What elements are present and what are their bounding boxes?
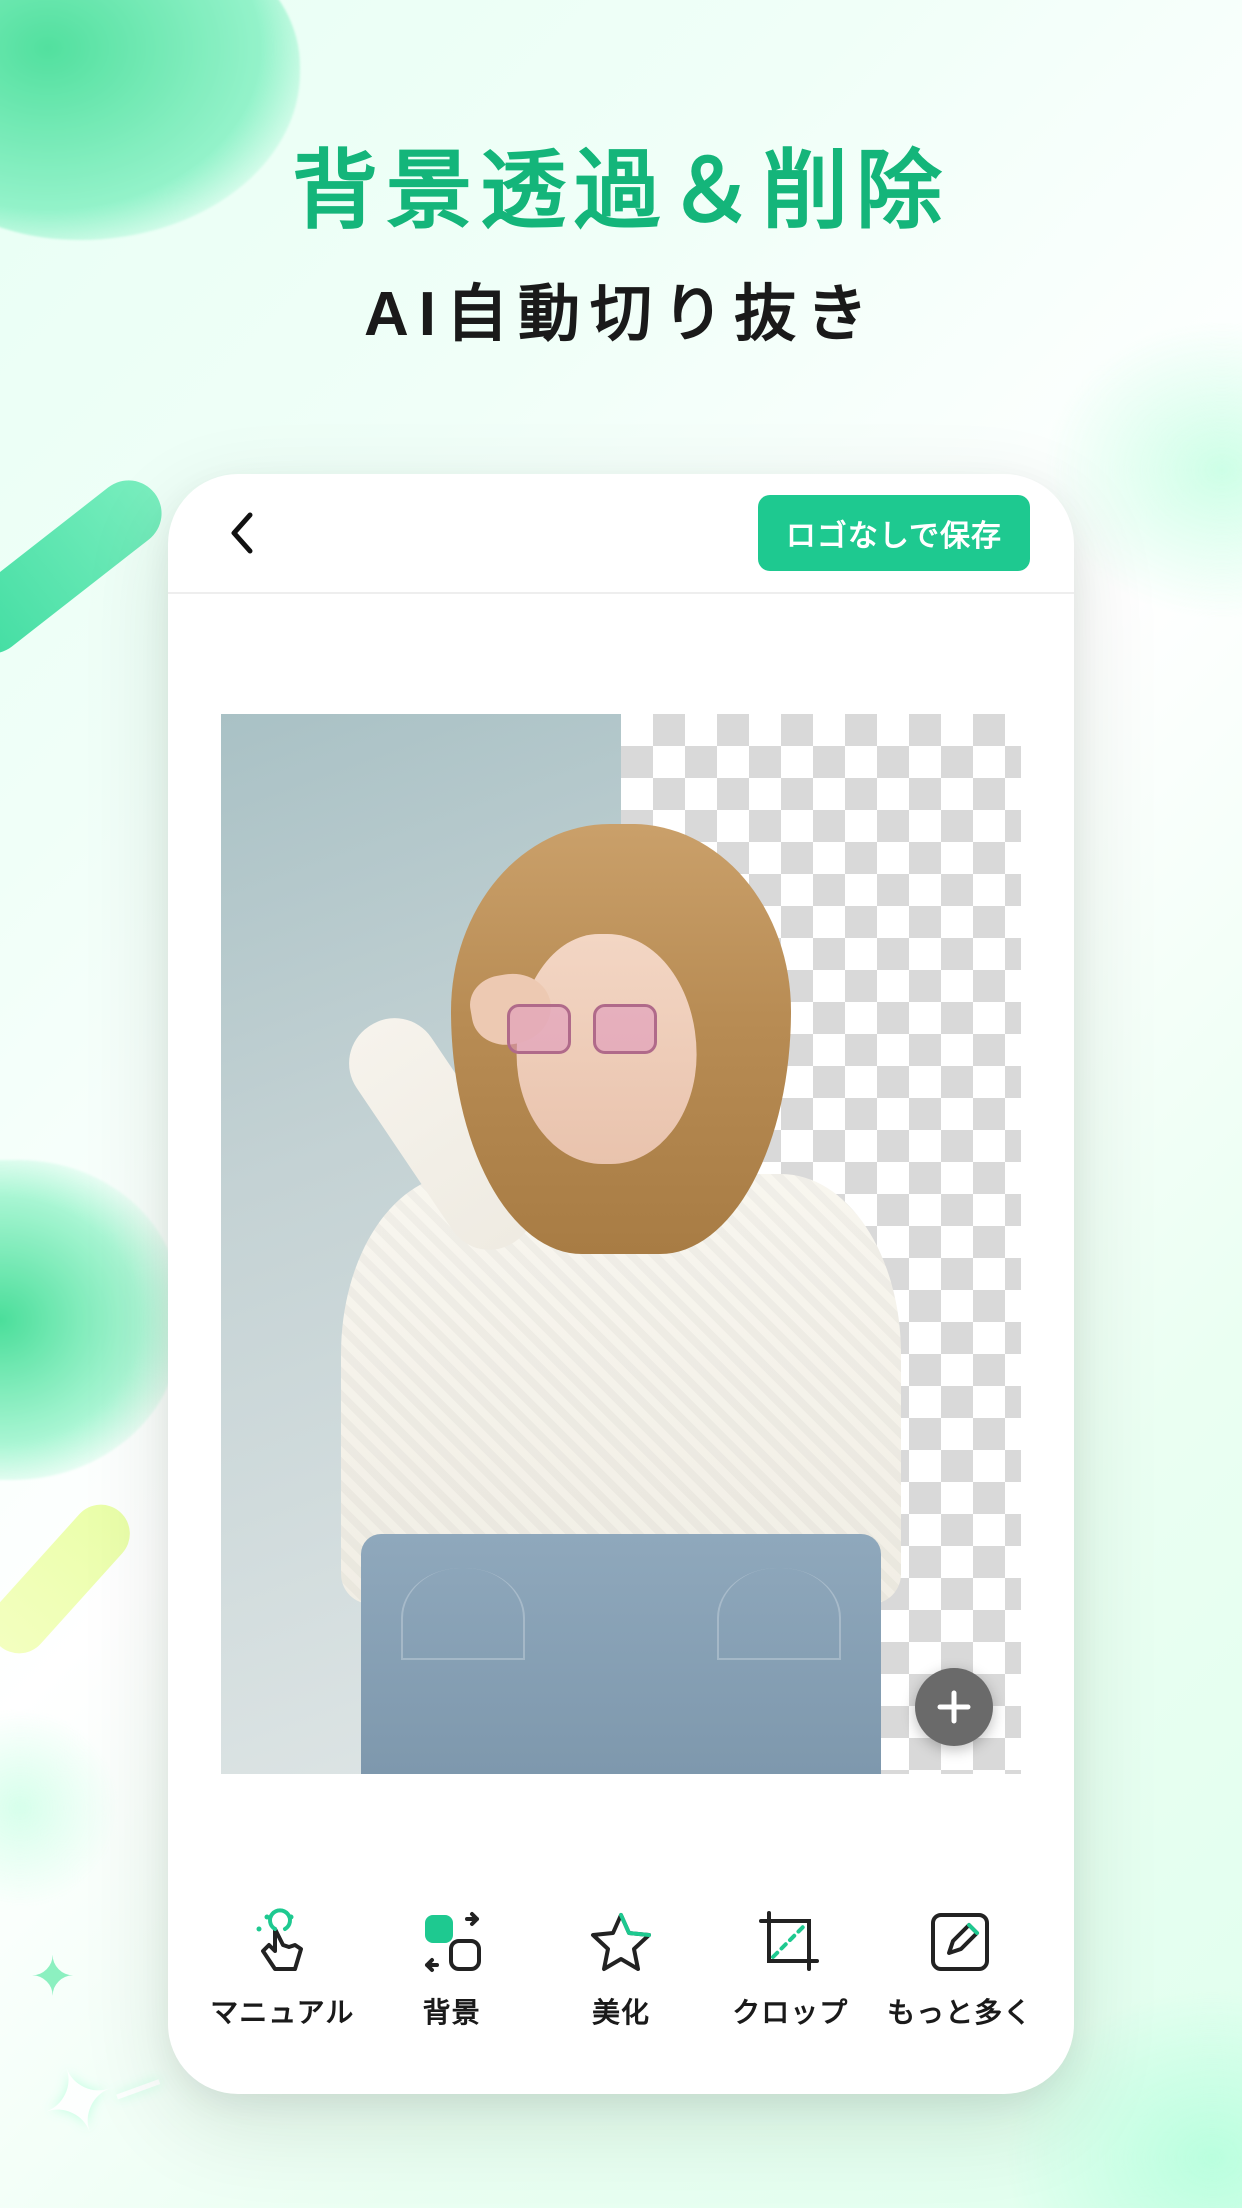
tool-label: もっと多く [887, 1991, 1032, 2031]
sparkle-icon: ✦ [30, 1945, 75, 2008]
back-button[interactable] [212, 503, 272, 563]
editor-toolbar: マニュアル 背景 [168, 1874, 1074, 2094]
edit-icon [925, 1907, 995, 1977]
decorative-bar [0, 1493, 142, 1666]
subject-jeans [361, 1534, 881, 1774]
tool-label: マニュアル [210, 1991, 354, 2031]
tool-background[interactable]: 背景 [377, 1907, 527, 2031]
tap-icon [247, 1907, 317, 1977]
subject-glasses [507, 1004, 657, 1060]
decorative-blob [0, 1160, 180, 1480]
plus-icon [935, 1688, 973, 1726]
tool-label: クロップ [732, 1991, 848, 2031]
crop-icon [755, 1907, 825, 1977]
save-button-label: ロゴなしで保存 [786, 520, 1002, 553]
magic-wand-icon: ✦⎯ [26, 2025, 175, 2166]
promo-background: ✦ ✦⎯ 背景透過＆削除 AI自動切り抜き ロゴなしで保存 [0, 0, 1242, 2208]
headline-line-2: AI自動切り抜き [0, 263, 1242, 353]
decorative-bar [0, 467, 175, 667]
editor-canvas[interactable] [221, 714, 1021, 1774]
tool-crop[interactable]: クロップ [715, 1907, 865, 2031]
star-icon [586, 1907, 656, 1977]
promo-headline: 背景透過＆削除 AI自動切り抜き [0, 120, 1242, 353]
decorative-blob [0, 1708, 120, 1908]
phone-mockup: ロゴなしで保存 [168, 474, 1074, 2094]
save-without-logo-button[interactable]: ロゴなしで保存 [758, 495, 1030, 571]
tool-manual[interactable]: マニュアル [207, 1907, 357, 2031]
chevron-left-icon [228, 511, 256, 555]
app-bar: ロゴなしで保存 [168, 474, 1074, 594]
editor-canvas-area [168, 594, 1074, 1874]
add-layer-button[interactable] [915, 1668, 993, 1746]
headline-line-1: 背景透過＆削除 [0, 120, 1242, 245]
tool-label: 美化 [592, 1991, 650, 2031]
tool-more[interactable]: もっと多く [885, 1907, 1035, 2031]
tool-beautify[interactable]: 美化 [546, 1907, 696, 2031]
subject-cutout [311, 794, 931, 1774]
tool-label: 背景 [423, 1991, 481, 2031]
background-swap-icon [417, 1907, 487, 1977]
